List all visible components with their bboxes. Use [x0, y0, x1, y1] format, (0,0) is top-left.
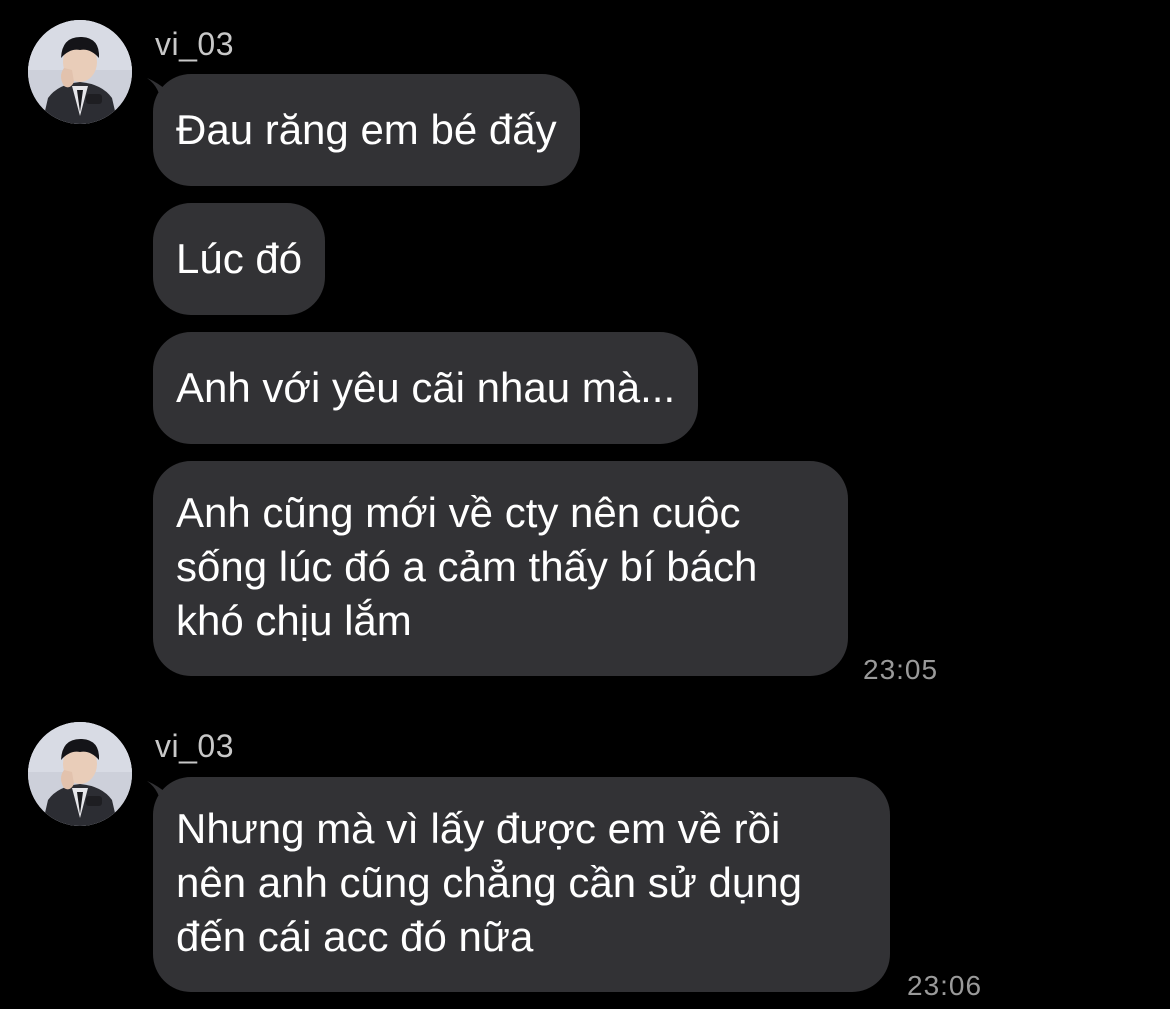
profile-photo-avatar-icon: [28, 722, 132, 826]
message-bubble[interactable]: Đau răng em bé đấy: [153, 74, 580, 186]
message-bubble[interactable]: Lúc đó: [153, 203, 326, 315]
sender-name: vi_03: [155, 26, 234, 62]
message-text-line: sống lúc đó a cảm thấy bí bách: [176, 543, 758, 590]
profile-photo-avatar-icon: [28, 20, 132, 124]
message-text-line: Anh cũng mới về cty nên cuộc: [176, 489, 741, 536]
message-text-line: khó chịu lắm: [176, 597, 412, 644]
message-timestamp: 23:05: [863, 654, 939, 685]
message-text-line: Nhưng mà vì lấy được em về rồi: [176, 805, 781, 852]
sender-name: vi_03: [155, 728, 234, 764]
sender-avatar[interactable]: [28, 20, 132, 124]
message-text: Anh với yêu cãi nhau mà...: [176, 364, 676, 411]
message-bubble[interactable]: Nhưng mà vì lấy được em về rồi nên anh c…: [153, 777, 890, 992]
message-text-line: đến cái acc đó nữa: [176, 913, 534, 960]
sender-avatar[interactable]: [28, 722, 132, 826]
message-timestamp: 23:06: [907, 970, 983, 1001]
message-text: Lúc đó: [176, 235, 303, 282]
message-bubble[interactable]: Anh cũng mới về cty nên cuộc sống lúc đó…: [153, 461, 848, 676]
message-bubble[interactable]: Anh với yêu cãi nhau mà...: [153, 332, 699, 444]
message-text: Đau răng em bé đấy: [176, 106, 557, 153]
message-text-line: nên anh cũng chẳng cần sử dụng: [176, 859, 802, 906]
